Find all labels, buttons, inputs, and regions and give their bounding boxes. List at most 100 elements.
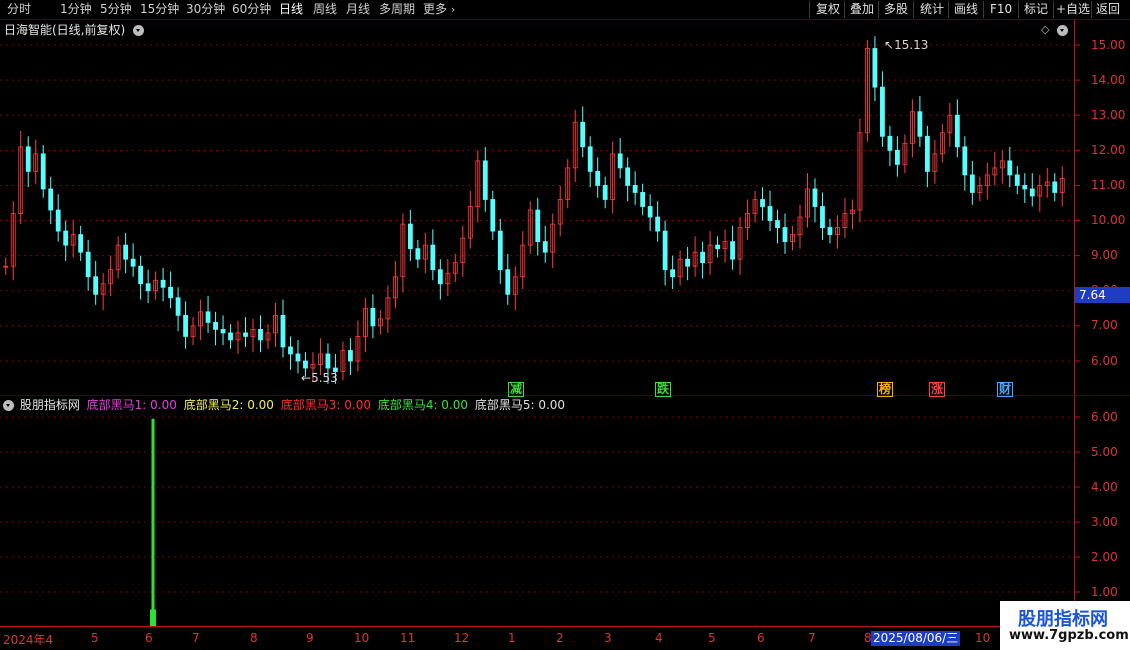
- tab-60min[interactable]: 60分钟: [232, 2, 271, 17]
- indicator-y-tick: 3.00: [1091, 515, 1118, 529]
- stock-title: 日海智能(日线,前复权): [4, 23, 126, 37]
- y-tick: 12.00: [1091, 143, 1126, 157]
- tab-more-label: 更多: [423, 2, 448, 16]
- watermark-url: www.7gpzb.com: [1009, 628, 1129, 643]
- statistics-button[interactable]: 统计: [920, 2, 944, 17]
- event-mark-rise[interactable]: 涨: [929, 382, 946, 397]
- tab-daily[interactable]: 日线: [279, 2, 303, 17]
- y-tick: 6.00: [1091, 354, 1118, 368]
- tab-more[interactable]: 更多 ›: [423, 2, 455, 17]
- candle-body: [662, 230, 668, 271]
- candle-body: [782, 227, 788, 243]
- candle-body: [1029, 188, 1035, 197]
- price-chart[interactable]: [0, 20, 1130, 650]
- candle-body: [430, 244, 436, 271]
- candle-body: [138, 265, 144, 285]
- indicator-y-tick: 1.00: [1091, 585, 1118, 599]
- candle-body: [175, 297, 181, 316]
- event-mark-finance[interactable]: 财: [997, 382, 1014, 397]
- tab-monthly[interactable]: 月线: [346, 2, 370, 17]
- candle-body: [827, 227, 833, 235]
- tab-weekly[interactable]: 周线: [313, 2, 337, 17]
- candle-body: [632, 185, 638, 193]
- candle-body: [228, 332, 233, 341]
- mark-button[interactable]: 标记: [1024, 2, 1048, 17]
- period-toolbar: 分时 1分钟 5分钟 15分钟 30分钟 60分钟 日线 周线 月线 多周期 更…: [0, 0, 1130, 20]
- candle-body: [130, 258, 136, 267]
- indicator-series-1: 底部黑马1: 0.00: [86, 398, 177, 412]
- tab-multi-period[interactable]: 多周期: [379, 2, 415, 17]
- chevron-right-icon: ›: [450, 3, 456, 16]
- x-tick: 6: [145, 631, 153, 645]
- x-tick: 5: [708, 631, 716, 645]
- candle-body: [767, 206, 773, 221]
- candle-body: [1007, 160, 1013, 176]
- tab-15min[interactable]: 15分钟: [140, 2, 179, 17]
- candle-body: [730, 241, 735, 260]
- indicator-series-5: 底部黑马5: 0.00: [474, 398, 566, 412]
- candle-body: [617, 153, 623, 169]
- candle-body: [670, 269, 676, 278]
- indicator-name: 股朋指标网: [19, 398, 80, 412]
- candle-body: [595, 170, 601, 186]
- candle-body: [490, 199, 496, 232]
- cursor-date-badge: 2025/08/06/三: [871, 631, 961, 646]
- candle-body: [602, 185, 608, 200]
- tab-fenshi[interactable]: 分时: [7, 2, 31, 17]
- candle-body: [55, 209, 61, 232]
- candle-body: [812, 188, 818, 207]
- candle-body: [1052, 181, 1058, 193]
- candle-body: [168, 286, 173, 299]
- candle-body: [715, 244, 720, 250]
- candle-body: [880, 86, 885, 137]
- candle-body: [969, 174, 975, 193]
- multi-stock-button[interactable]: 多股: [884, 2, 908, 17]
- arrow-left-icon: ←: [301, 371, 312, 385]
- x-tick: 8: [250, 631, 258, 645]
- x-tick: 7: [192, 631, 200, 645]
- chevron-down-icon[interactable]: [3, 400, 14, 411]
- tab-1min[interactable]: 1分钟: [60, 2, 92, 17]
- overlay-button[interactable]: 叠加: [850, 2, 874, 17]
- f10-button[interactable]: F10: [990, 2, 1012, 17]
- signal-bar: [151, 418, 155, 626]
- candle-body: [482, 160, 488, 200]
- candle-body: [497, 230, 503, 271]
- candle-body: [213, 321, 218, 330]
- candle-body: [348, 350, 353, 362]
- candle-body: [820, 206, 825, 228]
- high-price-marker: ↖15.13: [884, 38, 928, 52]
- candle-body: [295, 353, 301, 362]
- candle-body: [640, 192, 646, 207]
- event-mark-ranking[interactable]: 榜: [877, 382, 894, 397]
- candle-body: [625, 167, 631, 186]
- candle-body: [1014, 174, 1020, 186]
- candle-body: [183, 314, 188, 337]
- tab-5min[interactable]: 5分钟: [100, 2, 132, 17]
- indicator-series-2: 底部黑马2: 0.00: [183, 398, 274, 412]
- candle-body: [415, 248, 421, 260]
- candle-body: [280, 314, 286, 348]
- candle-body: [895, 149, 900, 165]
- fuquan-button[interactable]: 复权: [816, 2, 840, 17]
- candle-body: [580, 121, 586, 148]
- chevron-down-icon[interactable]: [133, 25, 145, 36]
- tab-30min[interactable]: 30分钟: [186, 2, 225, 17]
- event-mark-drop[interactable]: 跌: [655, 382, 672, 397]
- y-tick: 10.00: [1091, 213, 1126, 227]
- candle-body: [220, 328, 226, 334]
- event-mark-reduce[interactable]: 减: [508, 382, 525, 397]
- back-button[interactable]: 返回: [1096, 2, 1120, 17]
- candle-body: [25, 146, 31, 172]
- add-watchlist-button[interactable]: +自选: [1056, 2, 1090, 17]
- candle-body: [437, 269, 443, 285]
- chevron-down-circle-icon[interactable]: [1057, 23, 1068, 36]
- candle-body: [962, 146, 968, 176]
- candle-body: [93, 276, 99, 295]
- diamond-icon[interactable]: ◇: [1041, 23, 1049, 36]
- candle-body: [587, 146, 593, 172]
- x-tick: 2024年4: [3, 633, 54, 647]
- candle-body: [325, 353, 331, 369]
- candle-body: [123, 244, 129, 260]
- draw-line-button[interactable]: 画线: [954, 2, 978, 17]
